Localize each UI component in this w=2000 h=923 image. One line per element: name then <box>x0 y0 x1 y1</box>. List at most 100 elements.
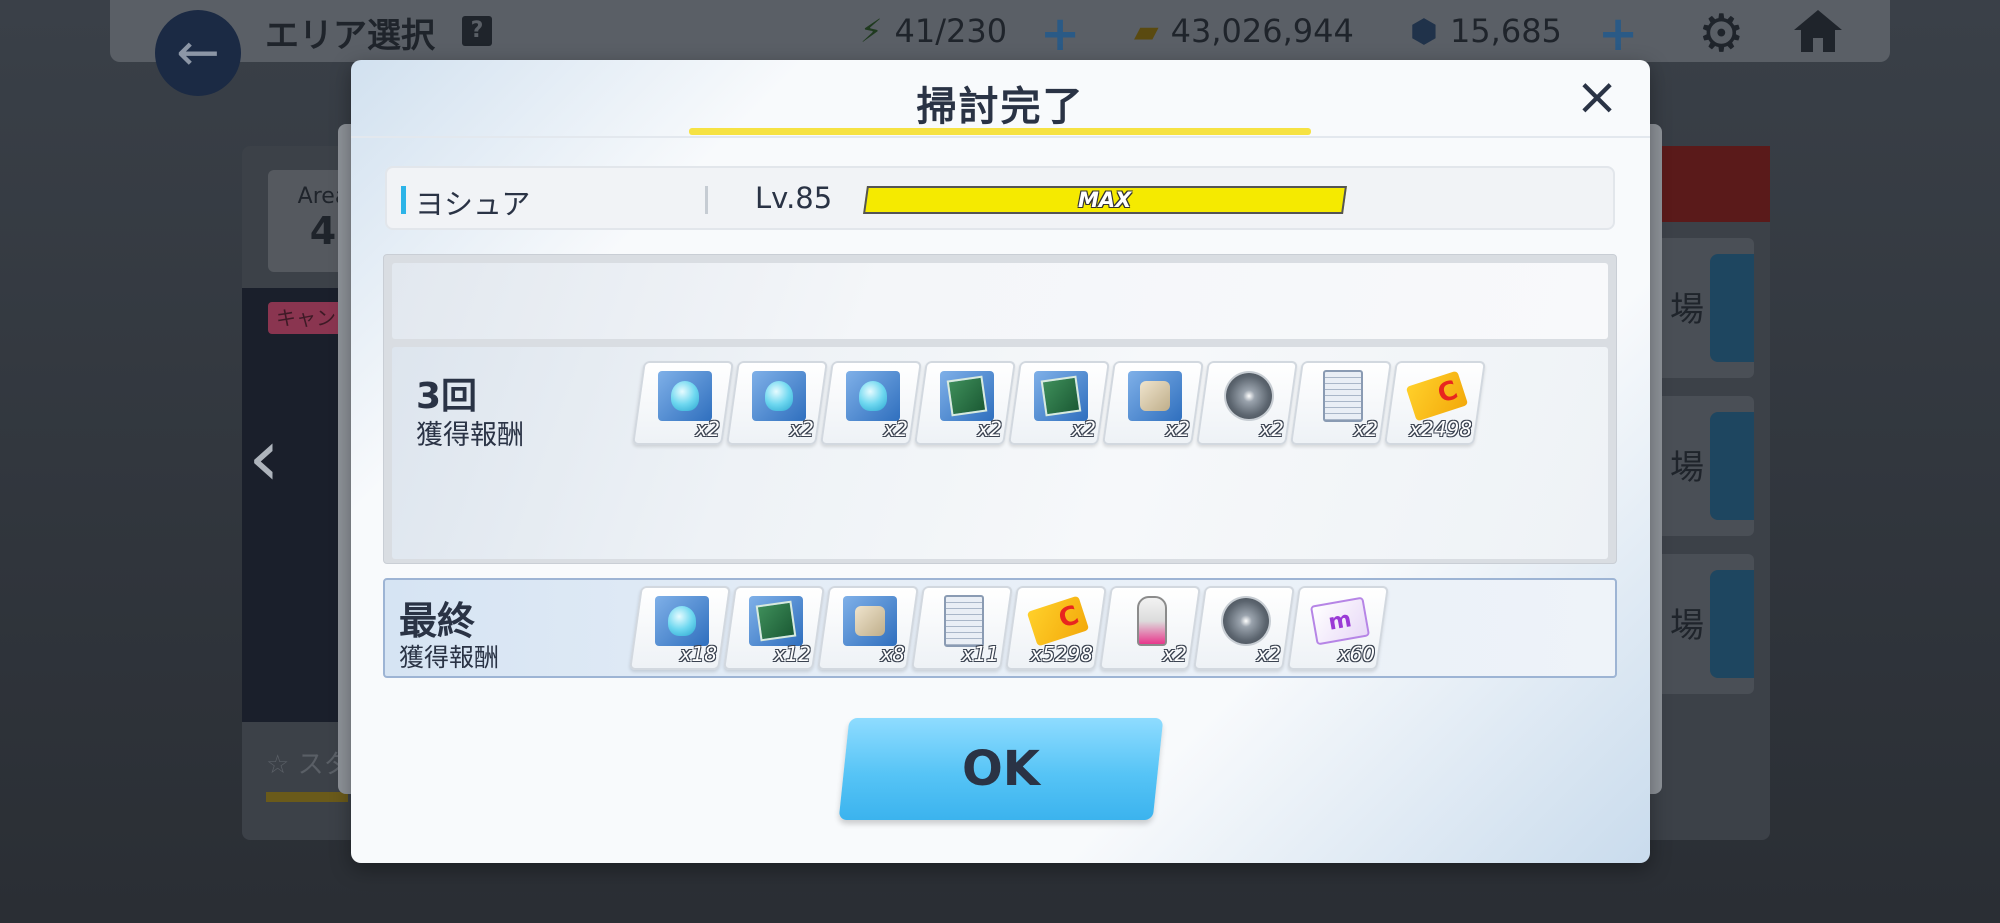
gray-sphere-icon <box>1222 371 1276 421</box>
divider <box>705 186 708 214</box>
item-quantity: x2 <box>1165 417 1190 441</box>
credit-card-icon <box>1031 596 1085 646</box>
run-result-row: 3回 獲得報酬 x2 x2 x2 x2 x2 x2 x2 x2 x2498 <box>392 347 1608 559</box>
final-title: 最終 <box>399 599 476 643</box>
item-quantity: x2 <box>1256 642 1281 666</box>
item-quantity: x2 <box>1353 417 1378 441</box>
dialog-header: 掃討完了 × <box>351 60 1650 138</box>
final-rewards-row: 最終 獲得報酬 x18 x12 x8 x11 x5298 x2 x2 x60 <box>383 578 1617 678</box>
blue-artifact-icon <box>658 371 712 421</box>
item-quantity: x2498 <box>1409 417 1472 441</box>
stamina-display: ⚡ 41/230 <box>860 12 1007 50</box>
run-count: 3回 <box>416 376 478 417</box>
reward-item[interactable]: x2 <box>726 361 828 445</box>
final-reward-label: 獲得報酬 <box>399 643 500 672</box>
stamina-value: 41/230 <box>894 12 1008 50</box>
add-pyroxene-button[interactable]: + <box>1598 6 1638 62</box>
red-header-strip <box>1652 146 1770 222</box>
back-arrow-icon: ← <box>176 23 220 83</box>
beige-artifact-icon <box>1128 371 1182 421</box>
report-document-icon <box>1316 371 1370 421</box>
run-results-scroll[interactable]: 3回 獲得報酬 x2 x2 x2 x2 x2 x2 x2 x2 x2498 <box>383 254 1617 564</box>
blue-artifact-icon <box>752 371 806 421</box>
run-reward-items: x2 x2 x2 x2 x2 x2 x2 x2 x2498 <box>632 361 1486 445</box>
add-stamina-button[interactable]: + <box>1040 6 1080 62</box>
reward-item[interactable]: x2 <box>632 361 734 445</box>
area-map-image <box>242 288 352 722</box>
green-artifact-icon <box>940 371 994 421</box>
reward-item[interactable]: x2498 <box>1384 361 1486 445</box>
green-artifact-icon <box>749 596 803 646</box>
screen-title: エリア選択 <box>265 16 435 56</box>
item-quantity: x12 <box>773 642 811 666</box>
ok-label: OK <box>962 741 1040 797</box>
item-quantity: x2 <box>1259 417 1284 441</box>
name-accent-bar <box>401 186 406 214</box>
gray-sphere-icon <box>1219 596 1273 646</box>
item-quantity: x5298 <box>1030 642 1093 666</box>
credits-value: 43,026,944 <box>1170 12 1354 50</box>
reward-item[interactable]: x2 <box>1102 361 1204 445</box>
stage-card-3[interactable]: 場 <box>1652 554 1754 694</box>
sweep-complete-dialog: 掃討完了 × ヨシュア Lv.85 MAX 3回 獲得報酬 x2 x2 x2 x2 x2… <box>351 60 1650 863</box>
character-name: ヨシュア <box>415 187 531 221</box>
item-quantity: x60 <box>1337 642 1375 666</box>
item-quantity: x8 <box>880 642 905 666</box>
prev-area-chevron-icon[interactable]: ‹ <box>248 418 280 498</box>
item-quantity: x2 <box>789 417 814 441</box>
help-icon[interactable]: ? <box>462 16 492 46</box>
reward-item[interactable]: x2 <box>1008 361 1110 445</box>
pyroxene-display: ⬢ 15,685 <box>1410 12 1562 50</box>
character-exp-row: ヨシュア Lv.85 MAX <box>385 166 1615 230</box>
character-level: Lv.85 <box>755 181 833 215</box>
stage-progress-bar <box>266 792 348 802</box>
credits-display: ▰ 43,026,944 <box>1134 12 1354 50</box>
blue-artifact-icon <box>655 596 709 646</box>
previous-run-row <box>392 263 1608 339</box>
m-ticket-icon <box>1313 596 1367 646</box>
reward-item[interactable]: x11 <box>911 586 1013 670</box>
reward-item[interactable]: x2 <box>1290 361 1392 445</box>
reward-item[interactable]: x2 <box>1099 586 1201 670</box>
stage-card-2[interactable]: 場 <box>1652 396 1754 536</box>
stage-card-1[interactable]: 場 <box>1652 238 1754 378</box>
reward-item[interactable]: x8 <box>817 586 919 670</box>
blue-artifact-icon <box>846 371 900 421</box>
title-underline <box>689 128 1311 135</box>
dialog-title: 掃討完了 <box>916 84 1085 130</box>
ok-button[interactable]: OK <box>838 718 1164 820</box>
item-quantity: x18 <box>679 642 717 666</box>
reward-item[interactable]: x2 <box>820 361 922 445</box>
reward-item[interactable]: x12 <box>723 586 825 670</box>
exp-max-label: MAX <box>1078 188 1132 212</box>
item-quantity: x2 <box>695 417 720 441</box>
stamina-bolt-icon: ⚡ <box>860 12 883 50</box>
item-quantity: x11 <box>961 642 999 666</box>
reward-item[interactable]: x18 <box>629 586 731 670</box>
green-artifact-icon <box>1034 371 1088 421</box>
pink-cone-icon <box>1125 596 1179 646</box>
reward-item[interactable]: x2 <box>1196 361 1298 445</box>
reward-item[interactable]: x60 <box>1287 586 1389 670</box>
close-icon[interactable]: × <box>1572 71 1622 124</box>
credit-card-icon <box>1410 371 1464 421</box>
reward-item[interactable]: x2 <box>1193 586 1295 670</box>
pyroxene-gem-icon: ⬢ <box>1410 12 1438 50</box>
item-quantity: x2 <box>1071 417 1096 441</box>
report-document-icon <box>937 596 991 646</box>
reward-item[interactable]: x2 <box>914 361 1016 445</box>
event-tag: キャン <box>268 302 344 334</box>
item-quantity: x2 <box>883 417 908 441</box>
pyroxene-value: 15,685 <box>1449 12 1562 50</box>
exp-bar: MAX <box>863 186 1347 214</box>
gear-icon[interactable]: ⚙ <box>1698 4 1745 64</box>
item-quantity: x2 <box>977 417 1002 441</box>
reward-item[interactable]: x5298 <box>1005 586 1107 670</box>
home-icon[interactable] <box>1792 6 1844 54</box>
final-reward-items: x18 x12 x8 x11 x5298 x2 x2 x60 <box>629 586 1389 670</box>
credit-icon: ▰ <box>1134 12 1159 50</box>
item-quantity: x2 <box>1162 642 1187 666</box>
beige-artifact-icon <box>843 596 897 646</box>
back-button[interactable]: ← <box>155 10 241 96</box>
run-reward-label: 獲得報酬 <box>416 420 524 451</box>
